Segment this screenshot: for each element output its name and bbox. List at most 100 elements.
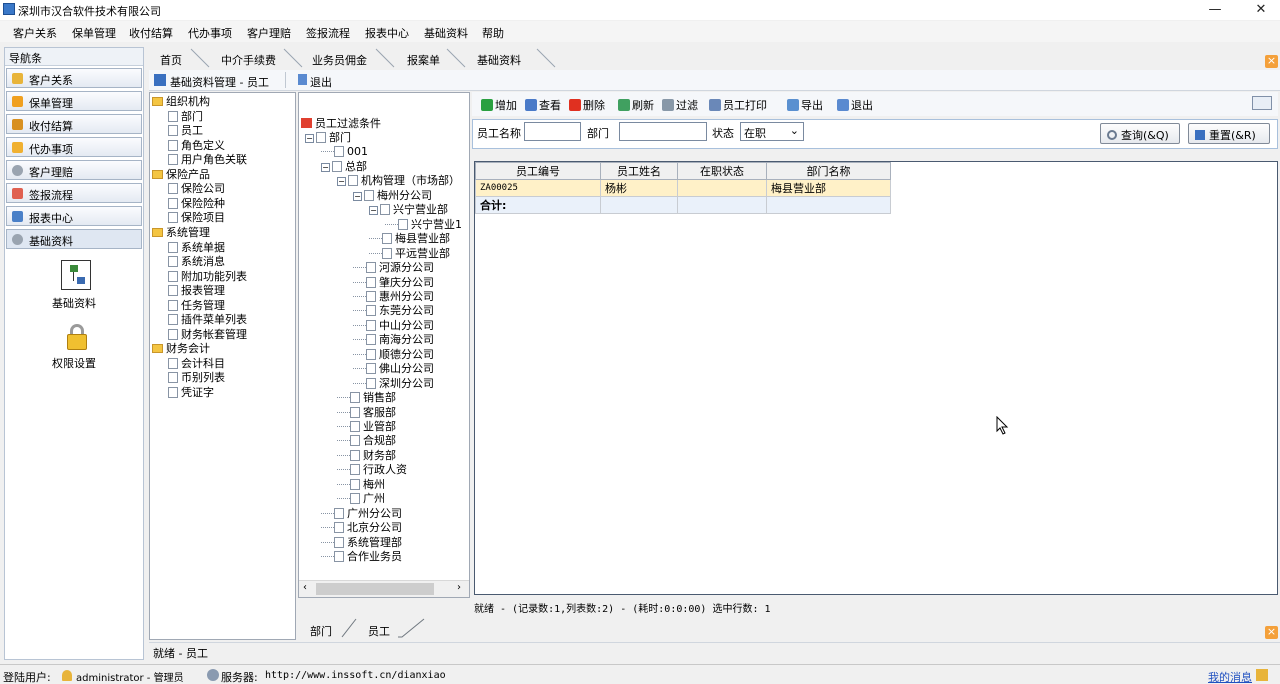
- tree-root[interactable]: 员工过滤条件: [301, 117, 381, 130]
- my-messages-link[interactable]: 我的消息: [1208, 669, 1252, 684]
- dept-tree-node[interactable]: 业管部: [337, 420, 396, 433]
- department-input[interactable]: [619, 122, 707, 141]
- dept-tree-node[interactable]: 深圳分公司: [353, 377, 434, 390]
- dept-tree-node[interactable]: 东莞分公司: [353, 304, 434, 317]
- close-panel-icon[interactable]: ×: [1265, 626, 1278, 639]
- column-header[interactable]: 在职状态: [677, 162, 767, 180]
- dept-tree-node[interactable]: − 部门: [305, 131, 351, 144]
- dept-tree-node[interactable]: 合作业务员: [321, 550, 402, 563]
- menu-claims[interactable]: 客户理赔: [247, 25, 291, 41]
- tree-node[interactable]: 角色定义: [168, 139, 225, 152]
- menu-settlement[interactable]: 收付结算: [129, 25, 173, 41]
- dept-tree-node[interactable]: − 机构管理（市场部）: [337, 174, 460, 187]
- cell-status[interactable]: [677, 179, 767, 197]
- reset-button[interactable]: 重置(&R): [1188, 123, 1270, 144]
- column-header[interactable]: 部门名称: [766, 162, 891, 180]
- dept-tree-node[interactable]: 销售部: [337, 391, 396, 404]
- tree-horizontal-scrollbar[interactable]: ‹ ›: [299, 580, 469, 597]
- tree-node[interactable]: 组织机构: [152, 95, 210, 108]
- nav-item-policy-management[interactable]: 保单管理: [6, 91, 142, 111]
- dept-tree-node[interactable]: 河源分公司: [353, 261, 434, 274]
- dept-tree-node[interactable]: − 梅州分公司: [353, 189, 432, 202]
- exit-button[interactable]: 退出: [310, 74, 332, 90]
- tab-home[interactable]: 首页: [160, 52, 182, 68]
- column-header[interactable]: 员工姓名: [600, 162, 678, 180]
- tree-node[interactable]: 部门: [168, 110, 203, 123]
- query-button[interactable]: 查询(&Q): [1100, 123, 1180, 144]
- nav-item-approval-flow[interactable]: 签报流程: [6, 183, 142, 203]
- collapse-icon[interactable]: −: [321, 162, 330, 172]
- menu-approval-flow[interactable]: 签报流程: [306, 25, 350, 41]
- dept-tree-node[interactable]: 中山分公司: [353, 319, 434, 332]
- dept-tree-node[interactable]: 广州: [337, 492, 385, 505]
- tree-node[interactable]: 会计科目: [168, 357, 225, 370]
- collapse-icon[interactable]: −: [369, 206, 378, 216]
- nav-item-report-center[interactable]: 报表中心: [6, 206, 142, 226]
- column-header[interactable]: 员工编号: [475, 162, 601, 180]
- dept-tree-node[interactable]: 001: [321, 145, 368, 158]
- dept-tree-node[interactable]: 客服部: [337, 406, 396, 419]
- view-button[interactable]: 查看: [525, 97, 561, 113]
- tree-node[interactable]: 报表管理: [168, 284, 225, 297]
- tree-node[interactable]: 用户角色关联: [168, 153, 247, 166]
- nav-item-settlement[interactable]: 收付结算: [6, 114, 142, 134]
- tree-node[interactable]: 插件菜单列表: [168, 313, 247, 326]
- tree-node[interactable]: 系统管理: [152, 226, 210, 239]
- close-button[interactable]: ✕: [1242, 0, 1280, 20]
- dept-tree-node[interactable]: 兴宁营业1: [385, 218, 462, 231]
- menu-customer-relations[interactable]: 客户关系: [13, 25, 57, 41]
- tab-agency-fee[interactable]: 中介手续费: [221, 52, 276, 68]
- dept-tree-node[interactable]: 北京分公司: [321, 521, 402, 534]
- tab-employee[interactable]: 员工: [368, 623, 390, 639]
- menu-report-center[interactable]: 报表中心: [365, 25, 409, 41]
- dept-tree-node[interactable]: − 兴宁营业部: [369, 203, 448, 216]
- org-chart-icon[interactable]: [61, 260, 91, 290]
- status-select[interactable]: 在职 ⌄: [740, 122, 804, 141]
- tree-node[interactable]: 系统单据: [168, 241, 225, 254]
- tree-node[interactable]: 保险产品: [152, 168, 210, 181]
- tree-node[interactable]: 财务会计: [152, 342, 210, 355]
- close-tab-icon[interactable]: ×: [1265, 55, 1278, 68]
- nav-item-basic-data[interactable]: 基础资料: [6, 229, 142, 249]
- tree-node[interactable]: 凭证字: [168, 386, 214, 399]
- tree-node[interactable]: 财务帐套管理: [168, 328, 247, 341]
- delete-button[interactable]: 删除: [569, 97, 605, 113]
- tab-basic-data[interactable]: 基础资料: [477, 52, 521, 68]
- grid-menu-icon[interactable]: [1252, 96, 1272, 110]
- dept-tree-node[interactable]: 肇庆分公司: [353, 276, 434, 289]
- tab-commission[interactable]: 业务员佣金: [312, 52, 367, 68]
- cell-employee-id[interactable]: ZA00025: [475, 179, 601, 197]
- tree-node[interactable]: 保险险种: [168, 197, 225, 210]
- dept-tree-node[interactable]: 梅州: [337, 478, 385, 491]
- nav-item-claims[interactable]: 客户理赔: [6, 160, 142, 180]
- tree-node[interactable]: 保险项目: [168, 211, 225, 224]
- tree-node[interactable]: 附加功能列表: [168, 270, 247, 283]
- dept-tree-node[interactable]: − 总部: [321, 160, 367, 173]
- cell-employee-name[interactable]: 杨彬: [600, 179, 678, 197]
- nav-item-customer-relations[interactable]: 客户关系: [6, 68, 142, 88]
- dept-tree-node[interactable]: 行政人资: [337, 463, 407, 476]
- cell-department[interactable]: 梅县营业部: [766, 179, 891, 197]
- tab-department[interactable]: 部门: [310, 623, 332, 639]
- maximize-button[interactable]: [1196, 0, 1234, 20]
- tree-node[interactable]: 任务管理: [168, 299, 225, 312]
- exit-panel-button[interactable]: 退出: [837, 97, 873, 113]
- nav-big-permissions-label[interactable]: 权限设置: [5, 355, 143, 371]
- scrollbar-thumb[interactable]: [316, 583, 434, 595]
- menu-basic-data[interactable]: 基础资料: [424, 25, 468, 41]
- dept-tree-node[interactable]: 广州分公司: [321, 507, 402, 520]
- message-icon[interactable]: [1256, 669, 1268, 681]
- dept-tree-node[interactable]: 惠州分公司: [353, 290, 434, 303]
- dept-tree-node[interactable]: 梅县营业部: [369, 232, 450, 245]
- tree-node[interactable]: 系统消息: [168, 255, 225, 268]
- nav-big-basic-data-label[interactable]: 基础资料: [5, 295, 143, 311]
- dept-tree-node[interactable]: 佛山分公司: [353, 362, 434, 375]
- menu-help[interactable]: 帮助: [482, 25, 504, 41]
- dept-tree-node[interactable]: 系统管理部: [321, 536, 402, 549]
- lock-icon[interactable]: [61, 322, 91, 352]
- nav-item-pending-tasks[interactable]: 代办事项: [6, 137, 142, 157]
- employee-name-input[interactable]: [524, 122, 581, 141]
- table-row[interactable]: ZA00025 杨彬 梅县营业部: [475, 179, 891, 197]
- menu-pending-tasks[interactable]: 代办事项: [188, 25, 232, 41]
- dept-tree-node[interactable]: 南海分公司: [353, 333, 434, 346]
